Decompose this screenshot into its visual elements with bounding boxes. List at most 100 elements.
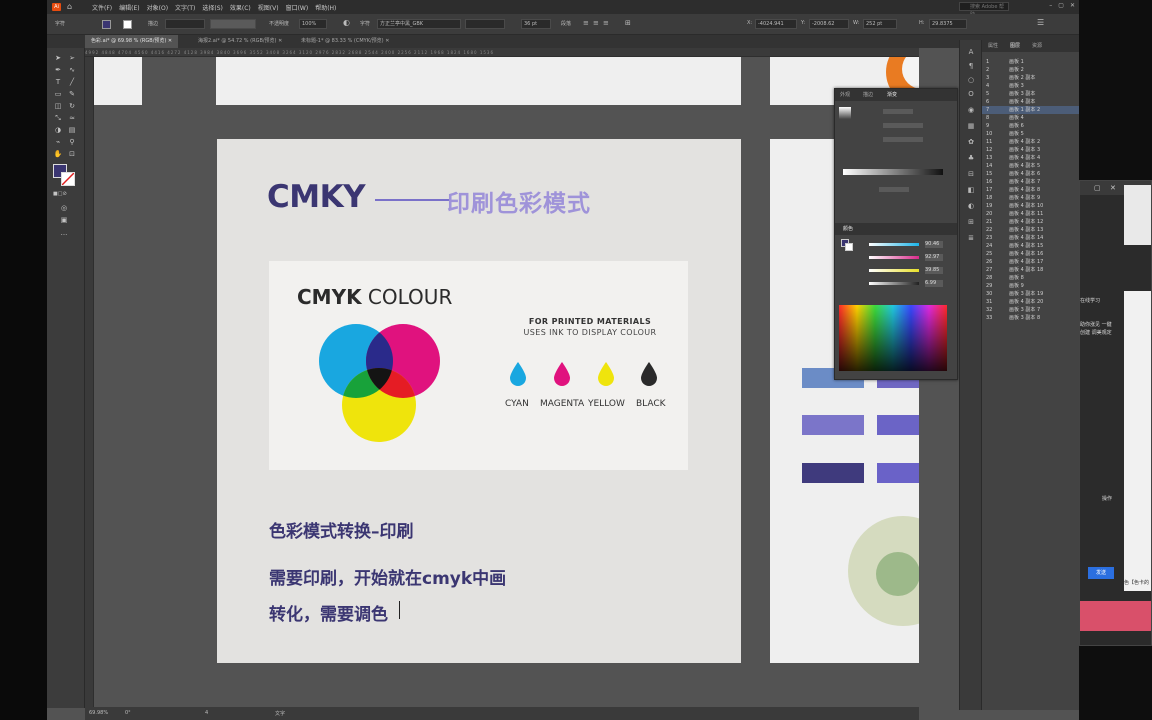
artboard-row[interactable]: 9 画板 6 (982, 122, 1079, 130)
tab-appearance[interactable]: 外观 (840, 91, 850, 98)
gradient-aspect-field[interactable] (883, 137, 923, 142)
send-button[interactable]: 发送 (1088, 567, 1114, 579)
brush-preview[interactable] (210, 19, 256, 29)
opacity-field[interactable]: 100% (299, 19, 327, 29)
h-field[interactable]: 29.8375 (929, 19, 967, 29)
artboard-row[interactable]: 21 画板 4 副本 12 (982, 218, 1079, 226)
zoom-tool-icon[interactable]: ⚲ (67, 138, 77, 147)
tab-assets[interactable]: 资源 (1032, 42, 1042, 49)
menu-edit[interactable]: 编辑(E) (119, 3, 139, 12)
stroke-color-icon[interactable] (61, 172, 75, 186)
selection-tool-icon[interactable]: ➤ (53, 54, 63, 63)
close-icon[interactable]: ✕ (1070, 2, 1075, 9)
artboard-row[interactable]: 2 画板 2 (982, 66, 1079, 74)
tab-layers[interactable]: 图层 (1010, 42, 1020, 49)
layers-icon[interactable]: ≣ (966, 234, 976, 243)
menu-file[interactable]: 文件(F) (92, 3, 112, 12)
artboard-row[interactable]: 26 画板 4 副本 17 (982, 258, 1079, 266)
tab-doc-1[interactable]: 色彩.ai* @ 69.98 % (RGB/预览) ✕ (85, 35, 179, 48)
font-size-field[interactable]: 36 pt (521, 19, 551, 29)
menu-help[interactable]: 帮助(H) (315, 3, 336, 12)
line-tool-icon[interactable]: ╱ (67, 78, 77, 87)
properties-icon[interactable]: A (966, 48, 976, 57)
fill-swatch[interactable] (102, 20, 111, 29)
cyan-value[interactable]: 90.46 (925, 241, 943, 248)
artboard-row[interactable]: 32 画板 3 副本 7 (982, 306, 1079, 314)
menu-view[interactable]: 视图(V) (258, 3, 279, 12)
paragraph-label[interactable]: 段落 (561, 20, 571, 27)
artboard-row[interactable]: 4 画板 3 (982, 82, 1079, 90)
vertical-ruler[interactable] (85, 57, 94, 707)
minimize-icon[interactable]: – (1049, 2, 1052, 9)
artboard-row[interactable]: 15 画板 4 副本 6 (982, 170, 1079, 178)
transform-icon[interactable]: ⊞ (625, 19, 631, 27)
home-icon[interactable]: ⌂ (67, 2, 72, 11)
black-slider[interactable] (869, 282, 919, 285)
artboard-row[interactable]: 30 画板 3 副本 19 (982, 290, 1079, 298)
eyedropper-tool-icon[interactable]: ⌁ (53, 138, 63, 147)
pathfinder-icon[interactable]: ◧ (966, 186, 976, 195)
browser-maximize-icon[interactable]: ▢ (1094, 184, 1101, 192)
artboard-row[interactable]: 33 画板 3 副本 8 (982, 314, 1079, 322)
swatches-icon[interactable]: ▦ (966, 122, 976, 131)
x-field[interactable]: -4024.941 (755, 19, 797, 29)
yellow-value[interactable]: 39.85 (925, 267, 943, 274)
stroke-swatch[interactable] (123, 20, 132, 29)
curvature-tool-icon[interactable]: ∿ (67, 66, 77, 75)
rectangle-tool-icon[interactable]: ▭ (53, 90, 63, 99)
canvas-area[interactable]: CMKY 印刷色彩模式 CMYK COLOUR FOR PRINTED MATE… (94, 57, 919, 707)
tab-doc-2[interactable]: 海报2.ai* @ 54.72 % (RGB/预览) ✕ (192, 35, 288, 48)
recolor-icon[interactable]: ◐ (343, 18, 350, 27)
more-tools-icon[interactable]: ··· (59, 231, 69, 240)
artboard-row[interactable]: 12 画板 4 副本 3 (982, 146, 1079, 154)
black-value[interactable]: 6.99 (925, 280, 943, 287)
maximize-icon[interactable]: ▢ (1058, 2, 1064, 9)
eraser-tool-icon[interactable]: ◫ (53, 102, 63, 111)
artboard-row[interactable]: 23 画板 4 副本 14 (982, 234, 1079, 242)
artboard-row[interactable]: 16 画板 4 副本 7 (982, 178, 1079, 186)
warp-tool-icon[interactable]: ≈ (67, 114, 77, 123)
opentype-icon[interactable]: O (966, 90, 976, 99)
screen-mode-icon[interactable]: ▣ (59, 216, 69, 225)
arrange-icon[interactable]: ☰ (1037, 18, 1044, 27)
artboard-row[interactable]: 28 画板 8 (982, 274, 1079, 282)
artboard-row[interactable]: 10 画板 5 (982, 130, 1079, 138)
artboard-row[interactable]: 1 画板 1 (982, 58, 1079, 66)
menu-type[interactable]: 文字(T) (175, 3, 195, 12)
artboard-row[interactable]: 5 画板 3 副本 (982, 90, 1079, 98)
tab-properties[interactable]: 属性 (988, 42, 998, 49)
font-family-field[interactable]: 方正兰亭中黑_GBK (377, 19, 461, 29)
hand-tool-icon[interactable]: ✋ (53, 150, 63, 159)
artboard-row[interactable]: 20 画板 4 副本 11 (982, 210, 1079, 218)
draw-mode-icon[interactable]: ◎ (59, 204, 69, 213)
color-spectrum[interactable] (839, 305, 947, 371)
tab-doc-3[interactable]: 未标题-1* @ 83.33 % (CMYK/预览) ✕ (295, 35, 395, 48)
color-mode-icon[interactable]: ■□⊘ (53, 190, 67, 199)
menu-window[interactable]: 窗口(W) (286, 3, 309, 12)
artboard-row[interactable]: 13 画板 4 副本 4 (982, 154, 1079, 162)
magenta-slider[interactable] (869, 256, 919, 259)
brushes-icon[interactable]: ✿ (966, 138, 976, 147)
align-center-icon[interactable]: ≡ (593, 19, 599, 27)
artboard-row[interactable]: 29 画板 9 (982, 282, 1079, 290)
transform-panel-icon[interactable]: ⊞ (966, 218, 976, 227)
align-left-icon[interactable]: ≡ (583, 19, 589, 27)
cyan-slider[interactable] (869, 243, 919, 246)
scale-tool-icon[interactable]: ⤡ (53, 114, 63, 123)
font-style-field[interactable] (465, 19, 505, 29)
w-field[interactable]: 252 pt (863, 19, 897, 29)
help-search-input[interactable]: 搜索 Adobe 帮助 (959, 2, 1009, 18)
artboard-row[interactable]: 14 画板 4 副本 5 (982, 162, 1079, 170)
artboard-row[interactable]: 24 画板 4 副本 15 (982, 242, 1079, 250)
rotate-tool-icon[interactable]: ↻ (67, 102, 77, 111)
tab-gradient[interactable]: 渐变 (887, 91, 897, 98)
type-tool-icon[interactable]: T (53, 78, 63, 87)
artboard-row[interactable]: 11 画板 4 副本 2 (982, 138, 1079, 146)
artboard-row[interactable]: 17 画板 4 副本 8 (982, 186, 1079, 194)
artboard-row[interactable]: 27 画板 4 副本 18 (982, 266, 1079, 274)
tab-stroke[interactable]: 描边 (863, 91, 873, 98)
glyphs-icon[interactable]: ○ (966, 76, 976, 85)
artboard-row[interactable]: 7 画板 1 副本 2 (982, 106, 1079, 114)
pen-tool-icon[interactable]: ✒ (53, 66, 63, 75)
color-guide-icon[interactable]: ◉ (966, 106, 976, 115)
